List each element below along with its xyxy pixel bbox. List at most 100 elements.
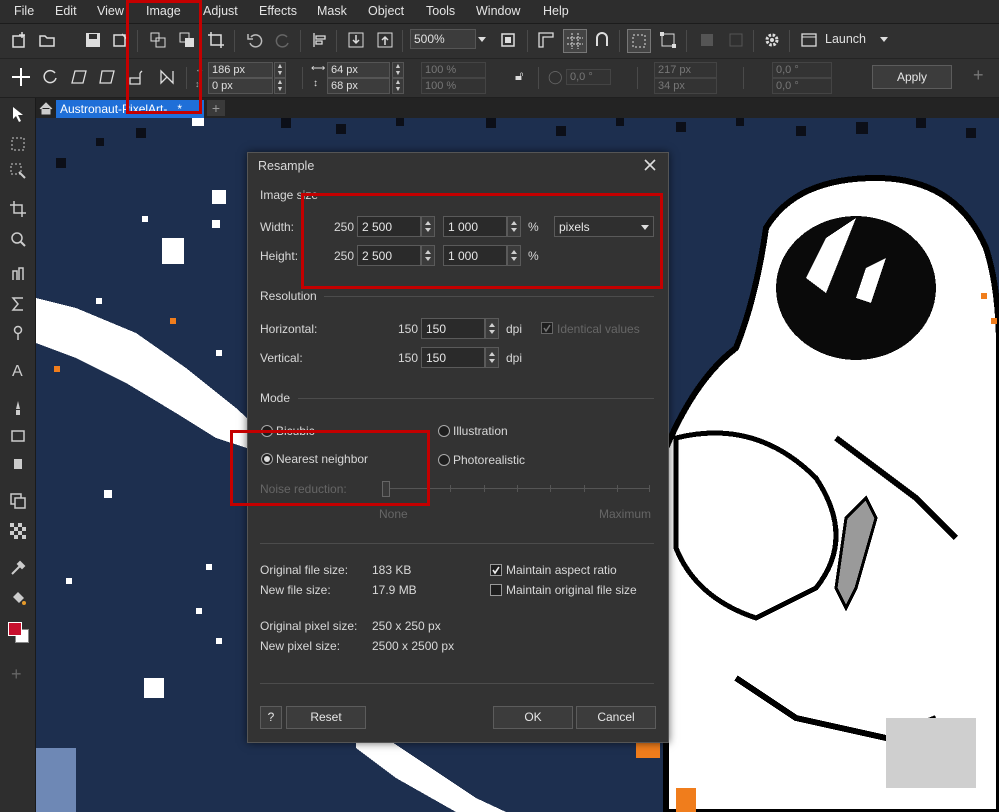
- width-percent-input[interactable]: 1 000: [443, 216, 507, 237]
- save-as-icon[interactable]: [110, 29, 132, 51]
- height-field[interactable]: 68 px: [327, 78, 390, 94]
- transparency-icon[interactable]: [8, 521, 28, 541]
- rotate-icon[interactable]: [39, 66, 61, 88]
- x-position-field[interactable]: 186 px: [208, 62, 273, 78]
- crop-icon[interactable]: [205, 29, 227, 51]
- help-button[interactable]: ?: [260, 706, 282, 729]
- unit-select[interactable]: pixels: [554, 216, 654, 237]
- photorealistic-radio[interactable]: [438, 454, 450, 466]
- rulers-icon[interactable]: [535, 29, 557, 51]
- align-icon[interactable]: [309, 29, 331, 51]
- launch-label[interactable]: Launch: [825, 32, 866, 46]
- zoom-select[interactable]: 500%: [410, 29, 476, 49]
- crop-tool-icon[interactable]: [8, 199, 28, 219]
- tab-document[interactable]: Austronaut-PixelArt-...*: [56, 100, 204, 118]
- menu-effects[interactable]: Effects: [259, 4, 297, 18]
- export-icon[interactable]: [374, 29, 396, 51]
- width-percent-spinner[interactable]: [507, 216, 521, 237]
- illustration-radio[interactable]: [438, 425, 450, 437]
- home-icon[interactable]: [37, 100, 54, 116]
- lock-icon[interactable]: 🔓︎: [515, 68, 523, 84]
- height-percent-input[interactable]: 1 000: [443, 245, 507, 266]
- foreground-color-swatch[interactable]: [8, 622, 22, 636]
- width-input[interactable]: 2 500: [357, 216, 421, 237]
- horizontal-dpi-spinner[interactable]: [485, 318, 499, 339]
- disabled-tool-icon-2: [725, 29, 747, 51]
- move-icon[interactable]: [10, 66, 32, 88]
- apply-button[interactable]: Apply: [872, 65, 952, 89]
- zoom-fit-icon[interactable]: [497, 29, 519, 51]
- height-spinner[interactable]: ▲ ▼: [392, 78, 404, 94]
- x-position-spinner[interactable]: ▲ ▼: [274, 62, 286, 78]
- clone-icon[interactable]: [8, 294, 28, 314]
- height-input[interactable]: 2 500: [357, 245, 421, 266]
- height-spinner[interactable]: [421, 245, 435, 266]
- grid-icon[interactable]: [563, 29, 587, 53]
- object-bounds-icon[interactable]: [657, 29, 679, 51]
- eraser-icon[interactable]: [8, 454, 28, 474]
- undo-icon[interactable]: [244, 29, 266, 51]
- menu-adjust[interactable]: Adjust: [203, 4, 238, 18]
- new-file-icon[interactable]: [8, 29, 30, 51]
- cancel-button[interactable]: Cancel: [576, 706, 656, 729]
- new-tab-icon[interactable]: +: [207, 100, 225, 116]
- y-position-field[interactable]: 0 px: [208, 78, 273, 94]
- reset-button[interactable]: Reset: [286, 706, 366, 729]
- flip-icon[interactable]: [156, 66, 178, 88]
- ok-button[interactable]: OK: [493, 706, 573, 729]
- skew-icon[interactable]: [68, 66, 90, 88]
- import-icon[interactable]: [345, 29, 367, 51]
- resize-canvas-icon[interactable]: [176, 29, 198, 51]
- vertical-dpi-input[interactable]: 150: [421, 347, 485, 368]
- identical-values-checkbox: [541, 322, 553, 334]
- add-icon[interactable]: +: [973, 65, 984, 86]
- close-icon[interactable]: [639, 155, 661, 175]
- nearest-neighbor-radio[interactable]: [261, 453, 273, 465]
- width-spinner[interactable]: ▲ ▼: [392, 62, 404, 78]
- menu-view[interactable]: View: [97, 4, 124, 18]
- perspective-icon[interactable]: [126, 66, 148, 88]
- snap-icon[interactable]: [591, 29, 613, 51]
- selection-toggle-icon[interactable]: [627, 29, 651, 53]
- pointer-icon[interactable]: [8, 104, 28, 124]
- add-tool-icon[interactable]: +: [11, 664, 22, 685]
- zoom-tool-icon[interactable]: [8, 229, 28, 249]
- text-tool-icon[interactable]: A: [8, 360, 28, 380]
- open-folder-icon[interactable]: [36, 29, 58, 51]
- maintain-file-size-checkbox[interactable]: [490, 584, 502, 596]
- distort-icon[interactable]: [97, 66, 119, 88]
- menu-file[interactable]: File: [14, 4, 34, 18]
- menu-window[interactable]: Window: [476, 4, 520, 18]
- width-spinner[interactable]: [421, 216, 435, 237]
- zoom-dropdown-icon[interactable]: [478, 37, 486, 42]
- launch-icon[interactable]: [798, 29, 820, 51]
- redo-icon[interactable]: [272, 29, 294, 51]
- magic-select-icon[interactable]: [8, 161, 28, 181]
- fill-bucket-icon[interactable]: [8, 588, 28, 608]
- dodge-icon[interactable]: [8, 323, 28, 343]
- menu-edit[interactable]: Edit: [55, 4, 77, 18]
- maintain-aspect-checkbox[interactable]: [490, 564, 502, 576]
- brush-icon[interactable]: [8, 398, 28, 418]
- menu-tools[interactable]: Tools: [426, 4, 455, 18]
- rect-select-icon[interactable]: [8, 134, 28, 154]
- resample-icon[interactable]: [147, 29, 169, 51]
- settings-gear-icon[interactable]: [761, 29, 783, 51]
- menu-mask[interactable]: Mask: [317, 4, 347, 18]
- width-field[interactable]: 64 px: [327, 62, 390, 78]
- menu-help[interactable]: Help: [543, 4, 569, 18]
- menu-image[interactable]: Image: [146, 4, 181, 18]
- menu-object[interactable]: Object: [368, 4, 404, 18]
- bicubic-radio[interactable]: [261, 425, 273, 437]
- layers-icon[interactable]: [8, 491, 28, 511]
- save-icon[interactable]: [82, 29, 104, 51]
- unit-dropdown-icon[interactable]: [641, 225, 649, 230]
- shape-icon[interactable]: [8, 426, 28, 446]
- vertical-dpi-spinner[interactable]: [485, 347, 499, 368]
- launch-dropdown-icon[interactable]: [880, 37, 888, 42]
- retouch-icon[interactable]: [8, 263, 28, 283]
- y-position-spinner[interactable]: ▲ ▼: [274, 78, 286, 94]
- eyedropper-icon[interactable]: [8, 558, 28, 578]
- horizontal-dpi-input[interactable]: 150: [421, 318, 485, 339]
- height-percent-spinner[interactable]: [507, 245, 521, 266]
